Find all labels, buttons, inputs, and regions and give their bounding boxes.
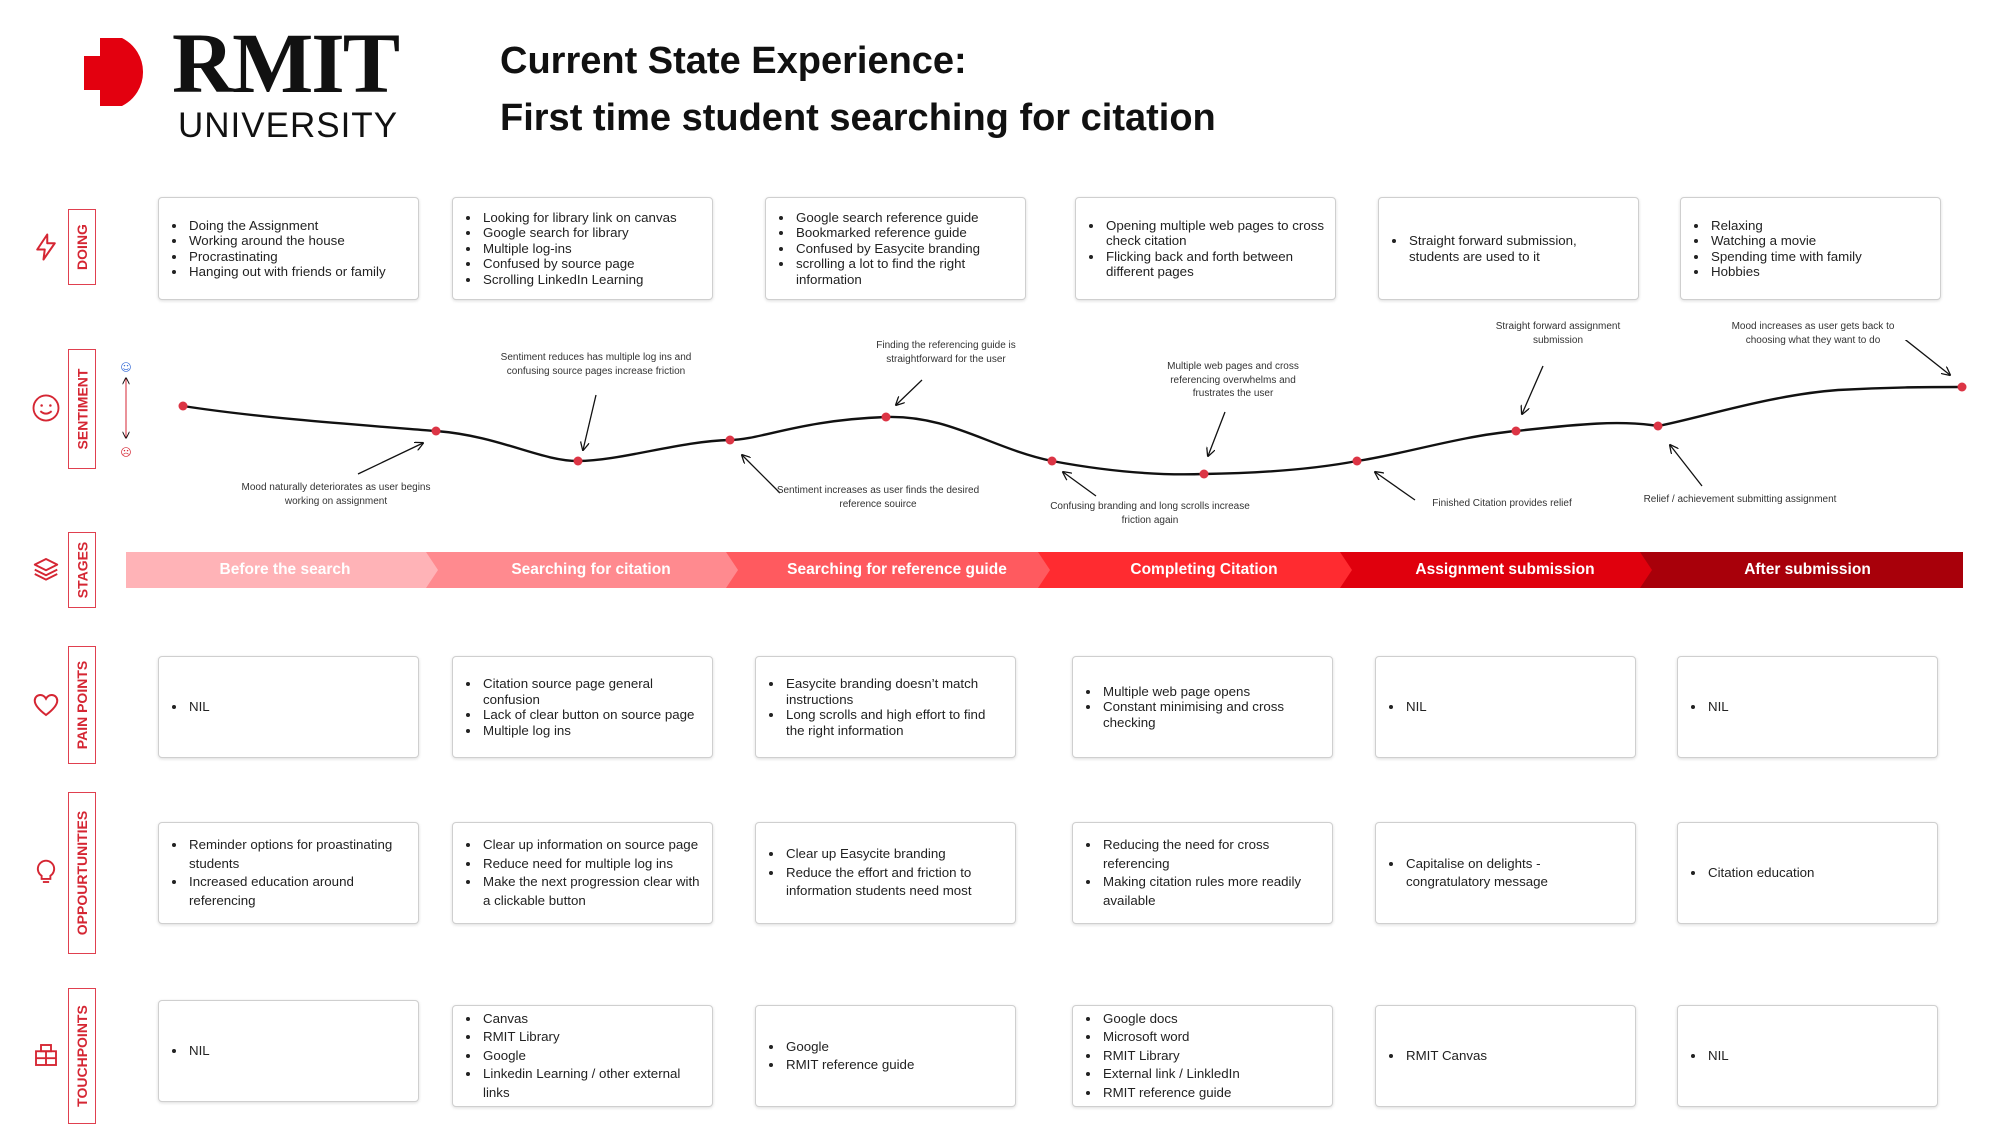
opportunity-card-before-search: Reminder options for proastinating stude… <box>158 822 419 924</box>
sentiment-annotation: Multiple web pages and cross referencing… <box>1167 361 1299 399</box>
doing-card-searching-citation: Looking for library link on canvasGoogle… <box>452 197 713 300</box>
pain-card-before-search: NIL <box>158 656 419 758</box>
page-subtitle: First time student searching for citatio… <box>500 97 1216 139</box>
touchpoint-card-completing-citation: Google docsMicrosoft wordRMIT LibraryExt… <box>1072 1005 1333 1107</box>
sentiment-annotation: Straight forward assignment submission <box>1495 321 1621 346</box>
sentiment-annotation: Confusing branding and long scrolls incr… <box>1050 501 1250 526</box>
doing-card-after-submission: RelaxingWatching a movieSpending time wi… <box>1680 197 1941 300</box>
lightbulb-icon <box>36 859 56 883</box>
stage-before-search: Before the search <box>126 552 444 588</box>
sentiment-annotation: Sentiment reduces has multiple log ins a… <box>500 352 692 377</box>
opportunity-card-searching-citation: Clear up information on source pageReduc… <box>452 822 713 924</box>
sentiment-annotation: Relief / achievement submitting assignme… <box>1643 494 1837 505</box>
pain-card-searching-guide: Easycite branding doesn’t match instruct… <box>755 656 1016 758</box>
pain-card-completing-citation: Multiple web page opensConstant minimisi… <box>1072 656 1333 758</box>
logo-wordmark: RMIT <box>172 15 400 111</box>
stage-assignment-submission: Assignment submission <box>1340 552 1658 588</box>
touchpoint-card-after-submission: NIL <box>1677 1005 1938 1107</box>
touchpoint-card-searching-guide: GoogleRMIT reference guide <box>755 1005 1016 1107</box>
row-label-doing: DOING <box>68 209 96 285</box>
building-icon <box>35 1044 57 1066</box>
sentiment-annotation: Mood increases as user gets back to choo… <box>1731 321 1895 346</box>
doing-card-completing-citation: Opening multiple web pages to cross chec… <box>1075 197 1336 300</box>
row-label-stages: STAGES <box>68 532 96 608</box>
row-label-opportunities: OPPOURTUNITIES <box>68 792 96 954</box>
sentiment-scale: ☺ ☹ <box>120 361 131 459</box>
pain-card-searching-citation: Citation source page general confusionLa… <box>452 656 713 758</box>
row-label-touchpoints: TOUCHPOINTS <box>68 988 96 1124</box>
stage-searching-guide: Searching for reference guide <box>726 552 1056 588</box>
lightning-icon <box>36 233 56 261</box>
page-title: Current State Experience: <box>500 40 967 82</box>
pain-card-assignment-submission: NIL <box>1375 656 1636 758</box>
sentiment-chart: ☺ ☹ <box>120 340 1967 501</box>
opportunity-card-assignment-submission: Capitalise on delights - congratulatory … <box>1375 822 1636 924</box>
stage-completing-citation: Completing Citation <box>1038 552 1358 588</box>
opportunity-card-completing-citation: Reducing the need for cross referencingM… <box>1072 822 1333 924</box>
stages-bar: Before the search Searching for citation… <box>126 552 1963 588</box>
stage-searching-citation: Searching for citation <box>426 552 744 588</box>
sentiment-curve <box>182 385 1963 476</box>
pain-card-after-submission: NIL <box>1677 656 1938 758</box>
heart-icon <box>33 693 59 717</box>
sentiment-annotation: Sentiment increases as user finds the de… <box>776 485 980 510</box>
opportunity-card-after-submission: Citation education <box>1677 822 1938 924</box>
stage-after-submission: After submission <box>1640 552 1963 588</box>
svg-text:☹: ☹ <box>120 446 131 459</box>
doing-card-searching-guide: Google search reference guideBookmarked … <box>765 197 1026 300</box>
doing-card-assignment-submission: Straight forward submission, students ar… <box>1378 197 1639 300</box>
doing-card-before-search: Doing the AssignmentWorking around the h… <box>158 197 419 300</box>
sentiment-annotation: Mood naturally deteriorates as user begi… <box>241 482 431 507</box>
svg-text:☺: ☺ <box>120 361 131 374</box>
touchpoint-card-searching-citation: CanvasRMIT LibraryGoogleLinkedin Learnin… <box>452 1005 713 1107</box>
touchpoint-card-before-search: NIL <box>158 1000 419 1102</box>
logo-subtitle: UNIVERSITY <box>178 106 399 145</box>
row-label-pain-points: PAIN POINTS <box>68 646 96 764</box>
sentiment-annotation: Finished Citation provides relief <box>1432 498 1572 509</box>
layers-icon <box>33 558 59 581</box>
opportunity-card-searching-guide: Clear up Easycite brandingReduce the eff… <box>755 822 1016 924</box>
rmit-logo-icon <box>84 38 144 106</box>
touchpoint-card-assignment-submission: RMIT Canvas <box>1375 1005 1636 1107</box>
sentiment-annotation: Finding the referencing guide is straigh… <box>876 340 1016 365</box>
